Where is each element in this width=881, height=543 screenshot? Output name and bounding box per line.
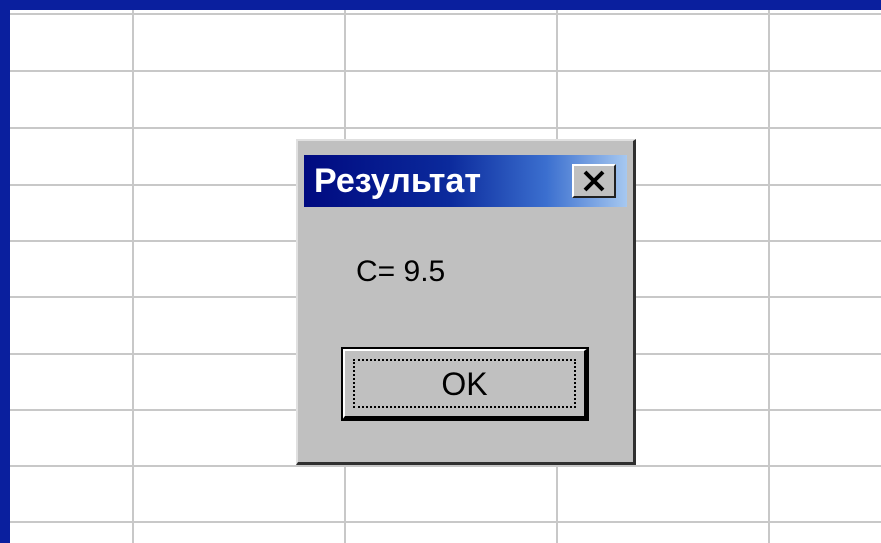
grid-row-line <box>10 127 881 129</box>
dialog-message: C= 9.5 <box>356 255 446 288</box>
window-frame-left <box>0 0 10 543</box>
dialog-title: Результат <box>314 162 481 200</box>
ok-button-label: OK <box>441 365 488 402</box>
grid-row-line <box>10 521 881 523</box>
grid-column-line <box>768 10 770 543</box>
grid-row-line <box>10 13 881 15</box>
result-dialog: Результат C= 9.5 OK <box>296 139 636 465</box>
grid-row-line <box>10 465 881 467</box>
close-button[interactable] <box>572 164 616 198</box>
window-frame-top <box>0 0 881 10</box>
ok-button[interactable]: OK <box>341 347 589 421</box>
grid-column-line <box>132 10 134 543</box>
grid-row-line <box>10 70 881 72</box>
dialog-titlebar[interactable]: Результат <box>304 155 627 207</box>
close-icon <box>581 170 607 192</box>
